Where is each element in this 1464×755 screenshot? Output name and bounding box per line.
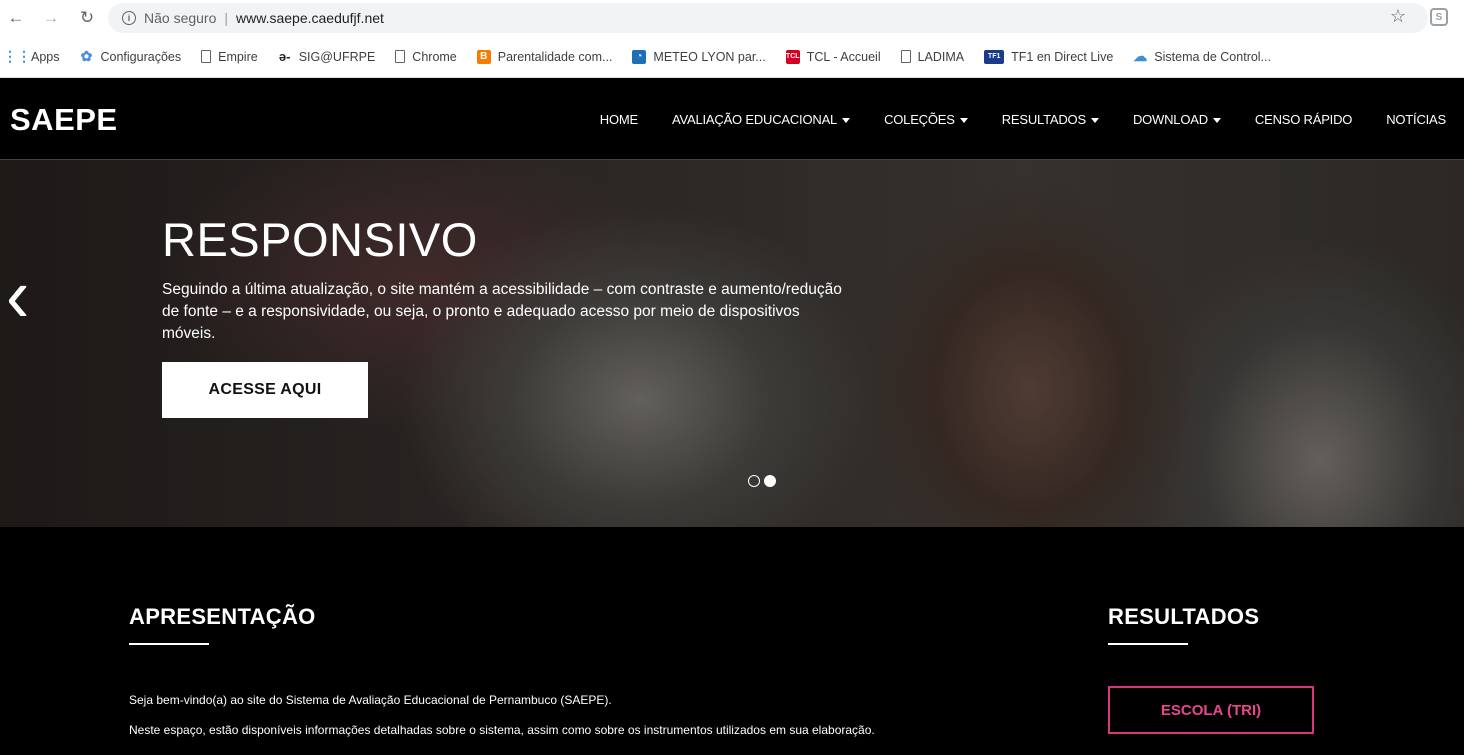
- bookmark-label: Chrome: [412, 49, 457, 64]
- nav-resultados[interactable]: RESULTADOS: [1002, 112, 1099, 127]
- nav-colecoes[interactable]: COLEÇÕES: [884, 112, 968, 127]
- bookmark-parentalidade[interactable]: B Parentalidade com...: [476, 49, 613, 64]
- carousel-indicators: [748, 475, 780, 487]
- bookmark-label: TF1 en Direct Live: [1011, 49, 1114, 64]
- hero-title: RESPONSIVO: [162, 213, 478, 266]
- caret-down-icon: [1212, 117, 1221, 123]
- bookmark-label: SIG@UFRPE: [298, 49, 376, 64]
- bookmark-sig-ufrpe[interactable]: ə- SIG@UFRPE: [278, 49, 376, 64]
- caret-down-icon: [959, 117, 968, 123]
- nav-label: COLEÇÕES: [884, 111, 955, 127]
- bookmark-apps[interactable]: ⋮⋮ Apps: [3, 48, 60, 64]
- bookmarks-bar: ⋮⋮ Apps ✿ Configurações Empire ə- SIG@UFRPE…: [0, 36, 1464, 78]
- apresentacao-paragraph-2: Neste espaço, estão disponíveis informaç…: [129, 723, 875, 737]
- apresentacao-title: APRESENTAÇÃO: [129, 604, 316, 629]
- blogger-icon: B: [476, 49, 491, 64]
- hero-carousel: ‹ RESPONSIVO Seguindo a última atualizaç…: [0, 160, 1464, 527]
- back-arrow-icon[interactable]: ←: [5, 7, 27, 29]
- address-bar[interactable]: i Não seguro | www.saepe.caedufjf.net: [108, 3, 1428, 33]
- sig-icon: ə-: [278, 49, 291, 64]
- escola-tri-button[interactable]: ESCOLA (TRI): [1108, 686, 1314, 734]
- bookmark-label: Configurações: [100, 49, 182, 64]
- bookmark-label: TCL - Accueil: [806, 49, 881, 64]
- reload-icon[interactable]: ↻: [76, 7, 98, 29]
- bookmark-configuracoes[interactable]: ✿ Configurações: [80, 48, 182, 64]
- bookmark-label: Empire: [218, 49, 258, 64]
- tf1-icon: TF1: [984, 49, 1005, 64]
- nav-label: NOTÍCIAS: [1386, 111, 1446, 127]
- bookmark-meteo-lyon[interactable]: ◔ METEO LYON par...: [632, 49, 766, 64]
- nav-avaliacao-educacional[interactable]: AVALIAÇÃO EDUCACIONAL: [671, 111, 851, 127]
- bookmark-sistema-controle[interactable]: ☁ Sistema de Control...: [1133, 48, 1271, 64]
- nav-home[interactable]: HOME: [600, 112, 638, 127]
- resultados-title: RESULTADOS: [1108, 604, 1260, 629]
- carousel-dot-active[interactable]: [764, 475, 776, 487]
- main-nav: HOME AVALIAÇÃO EDUCACIONAL COLEÇÕES RESU…: [566, 78, 1446, 160]
- apresentacao-divider: [129, 643, 209, 645]
- info-icon[interactable]: i: [122, 11, 136, 25]
- apps-grid-icon: ⋮⋮: [3, 48, 31, 64]
- bookmark-ladima[interactable]: LADIMA: [900, 49, 965, 64]
- nav-censo-rapido[interactable]: CENSO RÁPIDO: [1255, 112, 1352, 127]
- cloud-icon: ☁: [1133, 48, 1148, 64]
- site-header: SAEPE HOME AVALIAÇÃO EDUCACIONAL COLEÇÕE…: [0, 78, 1464, 160]
- url-text[interactable]: www.saepe.caedufjf.net: [236, 10, 384, 26]
- bookmark-chrome[interactable]: Chrome: [395, 49, 457, 64]
- resultados-divider: [1108, 643, 1188, 645]
- nav-label: RESULTADOS: [1001, 111, 1086, 127]
- nav-label: HOME: [599, 111, 638, 127]
- carousel-dot[interactable]: [748, 475, 760, 487]
- nav-download[interactable]: DOWNLOAD: [1133, 112, 1221, 127]
- browser-toolbar: ← → ↻ i Não seguro | www.saepe.caedufjf.…: [0, 0, 1464, 36]
- bookmark-tf1[interactable]: TF1 TF1 en Direct Live: [984, 49, 1114, 64]
- caret-down-icon: [1090, 117, 1099, 123]
- content-section: APRESENTAÇÃO Seja bem-vindo(a) ao site d…: [0, 527, 1464, 755]
- tcl-icon: TCL: [785, 49, 800, 64]
- url-separator: |: [224, 10, 229, 26]
- bookmark-label: METEO LYON par...: [653, 49, 766, 64]
- bookmark-label: LADIMA: [917, 49, 965, 64]
- page-icon: [900, 50, 911, 63]
- security-label: Não seguro: [144, 10, 217, 26]
- nav-label: CENSO RÁPIDO: [1254, 111, 1353, 127]
- nav-label: DOWNLOAD: [1132, 111, 1208, 127]
- meteo-icon: ◔: [632, 49, 647, 64]
- nav-noticias[interactable]: NOTÍCIAS: [1386, 112, 1446, 127]
- extension-icon[interactable]: S: [1430, 8, 1448, 26]
- caret-down-icon: [842, 117, 851, 123]
- gear-icon: ✿: [80, 48, 93, 64]
- chevron-left-icon[interactable]: ‹: [6, 251, 29, 339]
- bookmark-label: Parentalidade com...: [497, 49, 613, 64]
- apresentacao-paragraph-1: Seja bem-vindo(a) ao site do Sistema de …: [129, 693, 612, 707]
- acesse-aqui-button[interactable]: ACESSE AQUI: [162, 362, 368, 418]
- bookmark-label: Sistema de Control...: [1154, 49, 1271, 64]
- bookmark-star-icon[interactable]: ☆: [1390, 6, 1406, 27]
- hero-description: Seguindo a última atualização, o site ma…: [162, 281, 842, 342]
- forward-arrow-icon[interactable]: →: [40, 7, 62, 29]
- bookmark-empire[interactable]: Empire: [201, 50, 258, 64]
- bookmark-label: Apps: [31, 49, 60, 64]
- bookmark-tcl[interactable]: TCL TCL - Accueil: [785, 49, 881, 64]
- page-icon: [201, 50, 212, 63]
- site-logo[interactable]: SAEPE: [10, 102, 118, 138]
- page-icon: [395, 50, 406, 63]
- nav-label: AVALIAÇÃO EDUCACIONAL: [671, 111, 838, 127]
